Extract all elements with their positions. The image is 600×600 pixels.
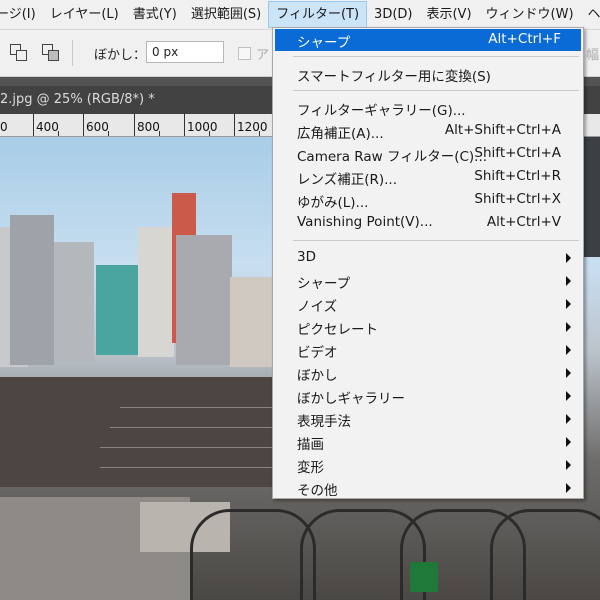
submenu-arrow-icon: [566, 437, 571, 447]
submenu-3d[interactable]: 3D: [275, 247, 581, 269]
submenu-blur[interactable]: ぼかし: [275, 362, 581, 384]
width-label: 幅: [586, 48, 600, 63]
menu-item-last-filter[interactable]: シャープ Alt+Ctrl+F: [275, 29, 581, 51]
submenu-blur-gallery[interactable]: ぼかしギャラリー: [275, 385, 581, 407]
menu-view[interactable]: 表示(V): [419, 0, 478, 29]
menu-image[interactable]: ージ(I): [0, 0, 43, 29]
menu-item-label: その他: [297, 483, 338, 499]
submenu-arrow-icon: [566, 345, 571, 355]
menu-item-shortcut: Alt+Ctrl+F: [488, 31, 561, 47]
submenu-render[interactable]: 描画: [275, 431, 581, 453]
menu-item-label: スマートフィルター用に変換(S): [297, 69, 491, 85]
menu-item-shortcut: Shift+Ctrl+R: [474, 168, 561, 184]
menu-item-label: ぼかし: [297, 368, 338, 384]
submenu-arrow-icon: [566, 368, 571, 378]
menu-item-vanishing-point[interactable]: Vanishing Point(V)... Alt+Ctrl+V: [275, 212, 581, 234]
submenu-arrow-icon: [566, 460, 571, 470]
menu-filter[interactable]: フィルター(T): [268, 1, 368, 28]
menu-window[interactable]: ウィンドウ(W): [479, 0, 581, 29]
antialias-label: ア: [256, 48, 270, 63]
menu-item-label: レンズ補正(R)...: [297, 172, 398, 188]
submenu-stylize[interactable]: 表現手法: [275, 408, 581, 430]
menu-item-liquify[interactable]: ゆがみ(L)... Shift+Ctrl+X: [275, 189, 581, 211]
menu-item-adaptive-wide-angle[interactable]: 広角補正(A)... Alt+Shift+Ctrl+A: [275, 120, 581, 142]
menu-item-shortcut: Alt+Ctrl+V: [486, 214, 561, 230]
menu-item-label: 広角補正(A)...: [297, 126, 384, 142]
submenu-arrow-icon: [566, 414, 571, 424]
menu-item-label: シャープ: [297, 276, 351, 292]
submenu-distort[interactable]: 変形: [275, 454, 581, 476]
submenu-sharpen[interactable]: シャープ: [275, 270, 581, 292]
ruler-label: 400: [36, 120, 59, 134]
ruler-label: 0: [0, 120, 8, 134]
menu-separator: [293, 240, 579, 241]
menu-separator: [293, 56, 579, 57]
menu-item-label: ノイズ: [297, 299, 338, 315]
menu-separator: [293, 90, 579, 91]
menu-item-label: 表現手法: [297, 414, 351, 430]
feather-input[interactable]: 0 px: [146, 41, 224, 63]
submenu-noise[interactable]: ノイズ: [275, 293, 581, 315]
menu-item-label: Camera Raw フィルター(C)...: [297, 149, 488, 165]
menu-item-lens-correction[interactable]: レンズ補正(R)... Shift+Ctrl+R: [275, 166, 581, 188]
menu-help[interactable]: ヘル: [581, 0, 600, 29]
feather-label: ぼかし：: [94, 48, 147, 63]
document-title: 2.jpg @ 25% (RGB/8*) *: [0, 92, 155, 107]
menu-item-label: 3D: [297, 249, 316, 265]
menu-item-label: ビデオ: [297, 345, 338, 361]
submenu-video[interactable]: ビデオ: [275, 339, 581, 361]
submenu-arrow-icon: [566, 391, 571, 401]
menu-layer[interactable]: レイヤー(L): [43, 0, 126, 29]
menu-item-camera-raw[interactable]: Camera Raw フィルター(C)... Shift+Ctrl+A: [275, 143, 581, 165]
menu-bar: ージ(I) レイヤー(L) 書式(Y) 選択範囲(S) フィルター(T) 3D(…: [0, 0, 600, 30]
submenu-pixelate[interactable]: ピクセレート: [275, 316, 581, 338]
menu-item-label: シャープ: [297, 35, 351, 51]
antialias-checkbox[interactable]: [238, 47, 251, 60]
submenu-other[interactable]: その他: [275, 477, 581, 499]
submenu-arrow-icon: [566, 299, 571, 309]
menu-item-label: 描画: [297, 437, 324, 453]
menu-3d[interactable]: 3D(D): [367, 0, 419, 29]
menu-type[interactable]: 書式(Y): [126, 0, 184, 29]
menu-item-shortcut: Shift+Ctrl+X: [474, 191, 561, 207]
menu-item-label: ピクセレート: [297, 322, 378, 338]
ruler-label: 600: [86, 120, 109, 134]
subtract-selection-icon[interactable]: [10, 44, 27, 61]
submenu-arrow-icon: [566, 276, 571, 286]
submenu-arrow-icon: [566, 483, 571, 493]
filter-menu: シャープ Alt+Ctrl+F スマートフィルター用に変換(S) フィルターギャ…: [272, 27, 584, 499]
menu-item-label: 変形: [297, 460, 324, 476]
ruler-label: 1200: [237, 120, 268, 134]
ruler-label: 1000: [187, 120, 218, 134]
ruler-label: 800: [137, 120, 160, 134]
submenu-arrow-icon: [566, 253, 571, 263]
menu-item-shortcut: Shift+Ctrl+A: [474, 145, 561, 161]
menu-item-filter-gallery[interactable]: フィルターギャラリー(G)...: [275, 97, 581, 119]
toolbar-divider: [72, 40, 73, 66]
menu-item-label: ゆがみ(L)...: [297, 195, 369, 211]
menu-item-label: ぼかしギャラリー: [297, 391, 405, 407]
menu-item-shortcut: Alt+Shift+Ctrl+A: [444, 122, 561, 138]
menu-item-label: フィルターギャラリー(G)...: [297, 103, 466, 119]
submenu-arrow-icon: [566, 322, 571, 332]
menu-item-convert-smart-filter[interactable]: スマートフィルター用に変換(S): [275, 63, 581, 85]
intersect-selection-icon[interactable]: [42, 44, 59, 61]
menu-item-label: Vanishing Point(V)...: [297, 214, 433, 230]
menu-select[interactable]: 選択範囲(S): [184, 0, 268, 29]
